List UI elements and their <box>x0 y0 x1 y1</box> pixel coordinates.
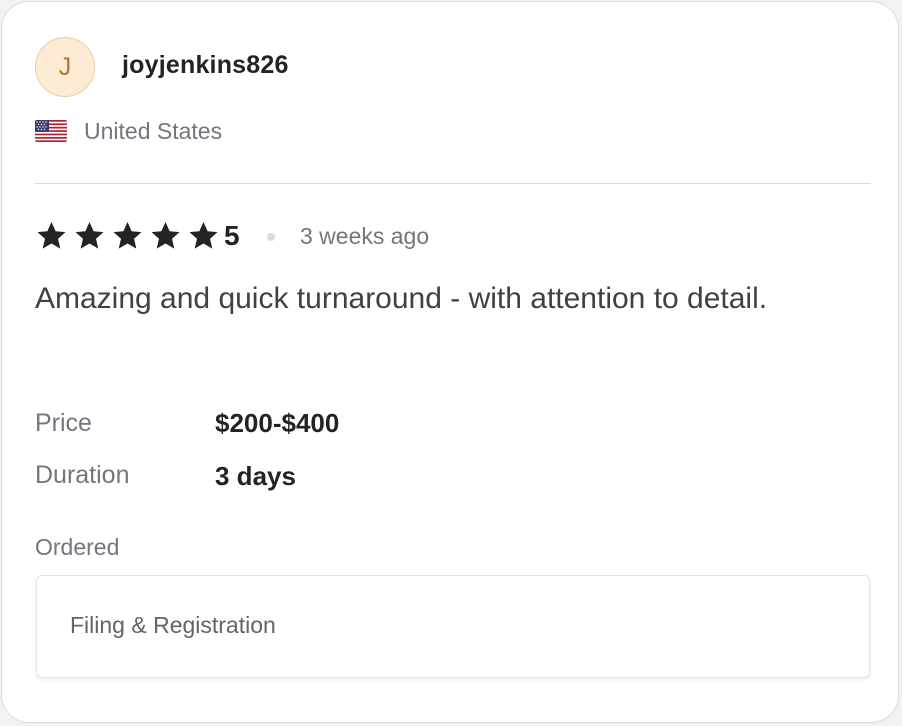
ordered-item-card[interactable]: Filing & Registration <box>36 575 870 678</box>
star-icon <box>113 222 142 249</box>
separator-dot <box>267 233 275 241</box>
rating-value: 5 <box>224 220 240 251</box>
review-text: Amazing and quick turnaround - with atte… <box>35 282 768 315</box>
avatar-initial: J <box>58 52 72 81</box>
price-label: Price <box>35 409 92 437</box>
star-icon <box>151 222 180 249</box>
star-rating <box>35 220 225 252</box>
avatar[interactable]: J <box>35 37 95 97</box>
us-flag-icon <box>35 120 67 142</box>
review-card: J joyjenkins826 United States 5 3 weeks … <box>1 1 899 723</box>
reviewer-country: United States <box>84 118 223 144</box>
divider <box>35 183 871 184</box>
star-icon <box>37 222 66 249</box>
ordered-item-name[interactable]: Filing & Registration <box>70 612 276 639</box>
duration-label: Duration <box>35 461 130 489</box>
reviewer-username[interactable]: joyjenkins826 <box>122 51 289 80</box>
review-time: 3 weeks ago <box>300 223 430 249</box>
price-value: $200-$400 <box>215 408 340 438</box>
star-icon <box>75 222 104 249</box>
ordered-label: Ordered <box>35 534 120 560</box>
duration-value: 3 days <box>215 461 296 491</box>
star-icon <box>189 222 218 249</box>
